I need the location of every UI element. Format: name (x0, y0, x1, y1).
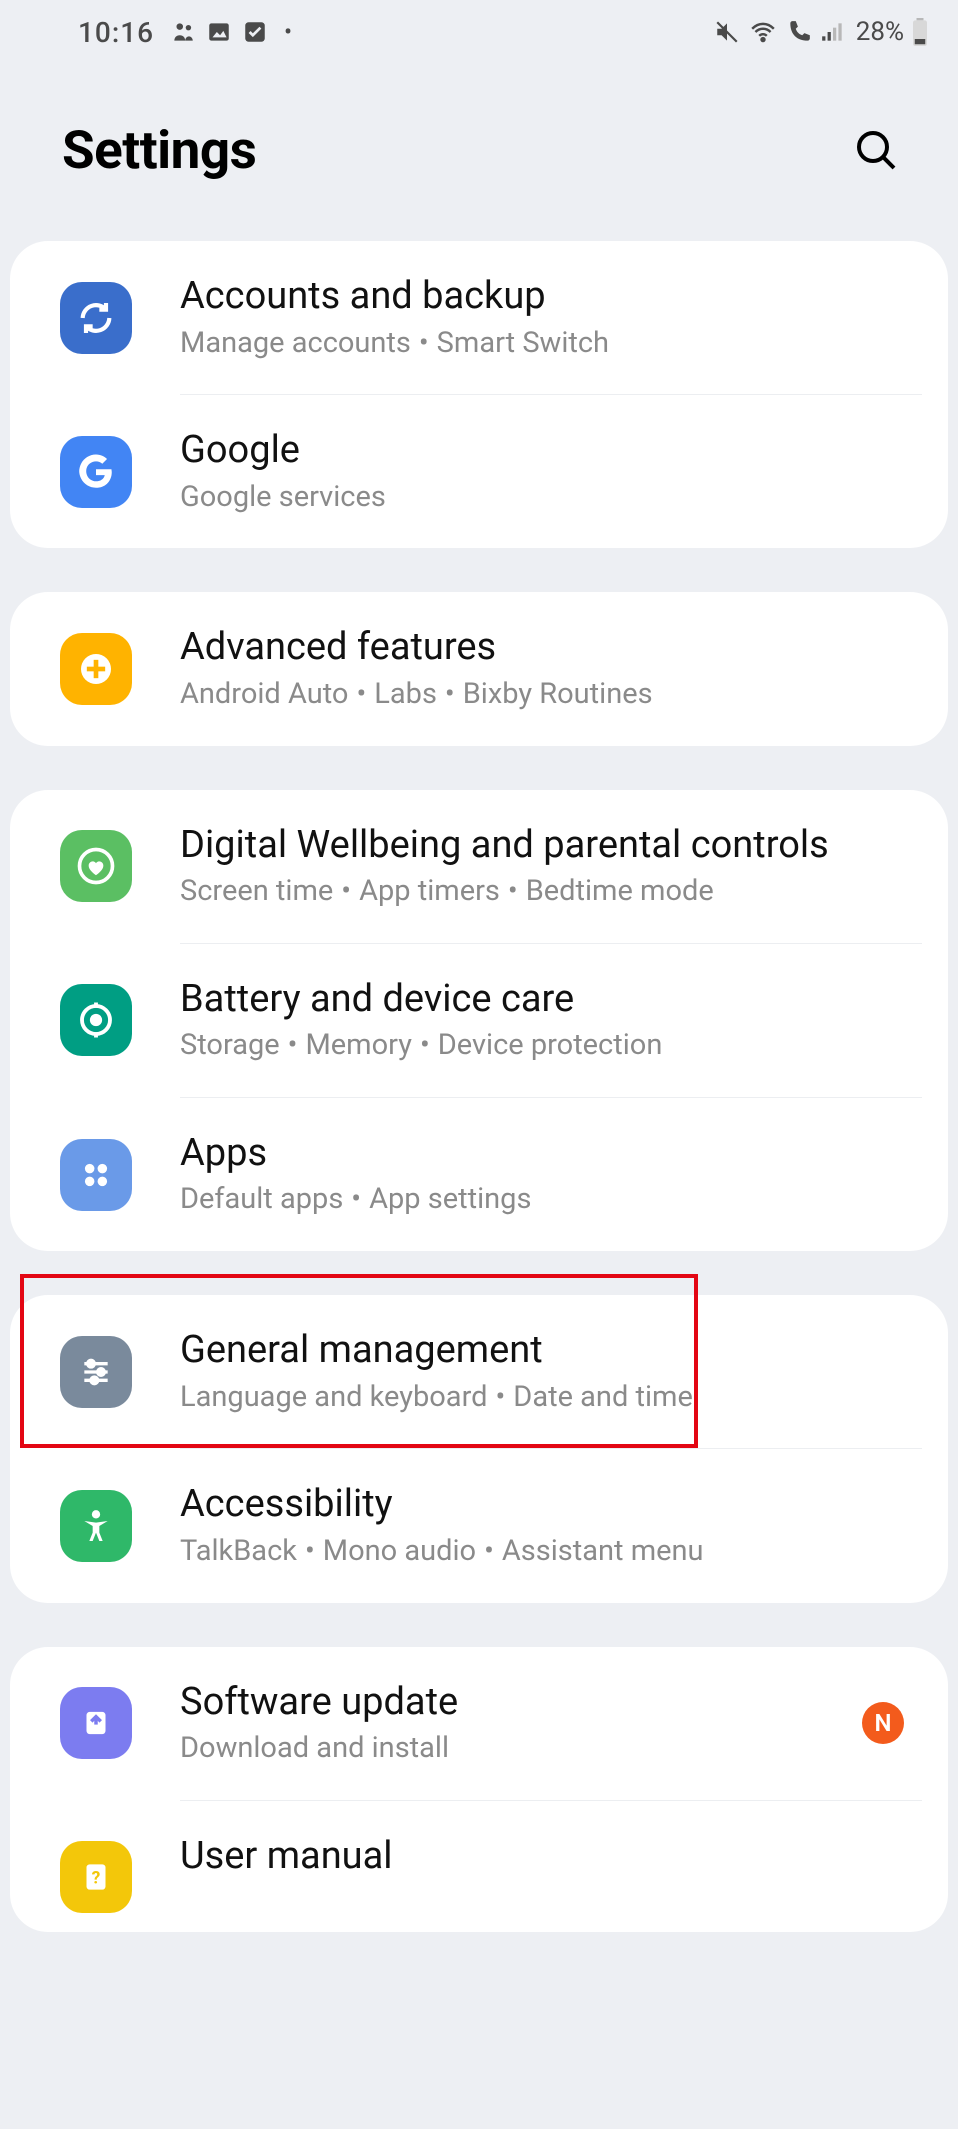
teams-icon (170, 19, 196, 45)
row-sub (180, 1884, 922, 1922)
sliders-icon (60, 1336, 132, 1408)
update-icon (60, 1687, 132, 1759)
plus-icon (60, 633, 132, 705)
row-accessibility[interactable]: Accessibility TalkBack•Mono audio•Assist… (10, 1449, 948, 1602)
row-text: Digital Wellbeing and parental controls … (180, 822, 922, 911)
header: Settings (0, 64, 958, 241)
row-text: Accessibility TalkBack•Mono audio•Assist… (180, 1481, 922, 1570)
row-text: General management Language and keyboard… (180, 1327, 922, 1416)
status-right: 28% (714, 17, 928, 47)
row-title: Digital Wellbeing and parental controls (180, 822, 922, 870)
sync-icon (60, 282, 132, 354)
group-general: General management Language and keyboard… (10, 1295, 948, 1602)
row-text: Google Google services (180, 427, 922, 516)
row-text: Advanced features Android Auto•Labs•Bixb… (180, 624, 922, 713)
row-google[interactable]: Google Google services (10, 395, 948, 548)
book-icon: ? (60, 1841, 132, 1913)
signal-icon (820, 19, 846, 45)
image-icon (206, 19, 232, 45)
row-battery-device-care[interactable]: Battery and device care Storage•Memory•D… (10, 944, 948, 1097)
row-sub: TalkBack•Mono audio•Assistant menu (180, 1533, 922, 1571)
row-title: Google (180, 427, 922, 475)
dots-icon (60, 1139, 132, 1211)
row-title: User manual (180, 1833, 922, 1881)
row-title: Advanced features (180, 624, 922, 672)
row-sub: Download and install (180, 1730, 862, 1768)
row-advanced-features[interactable]: Advanced features Android Auto•Labs•Bixb… (10, 592, 948, 745)
wifi-icon (748, 19, 778, 45)
row-general-management[interactable]: General management Language and keyboard… (10, 1295, 948, 1448)
page-title: Settings (62, 119, 256, 181)
group-device: Digital Wellbeing and parental controls … (10, 790, 948, 1252)
row-title: General management (180, 1327, 922, 1375)
row-digital-wellbeing[interactable]: Digital Wellbeing and parental controls … (10, 790, 948, 943)
status-time: 10:16 (78, 16, 154, 49)
row-title: Accounts and backup (180, 273, 922, 321)
row-apps[interactable]: Apps Default apps•App settings (10, 1098, 948, 1251)
row-title: Apps (180, 1130, 922, 1178)
row-accounts-backup[interactable]: Accounts and backup Manage accounts•Smar… (10, 241, 948, 394)
row-title: Battery and device care (180, 976, 922, 1024)
status-bar: 10:16 • 28% (0, 0, 958, 64)
dot-icon: • (284, 18, 292, 46)
group-accounts: Accounts and backup Manage accounts•Smar… (10, 241, 948, 548)
call-icon (786, 19, 812, 45)
row-user-manual[interactable]: ? User manual (10, 1801, 948, 1932)
battery-icon (912, 18, 928, 46)
heart-icon (60, 830, 132, 902)
status-left: 10:16 • (78, 16, 292, 49)
search-button[interactable] (852, 126, 900, 174)
row-text: Apps Default apps•App settings (180, 1130, 922, 1219)
row-sub: Storage•Memory•Device protection (180, 1027, 922, 1065)
row-sub: Language and keyboard•Date and time (180, 1379, 922, 1417)
search-icon (852, 126, 900, 174)
group-update: Software update Download and install N ?… (10, 1647, 948, 1932)
row-text: Accounts and backup Manage accounts•Smar… (180, 273, 922, 362)
row-sub: Google services (180, 479, 922, 517)
battery-percent: 28% (856, 17, 904, 47)
google-icon (60, 436, 132, 508)
row-title: Accessibility (180, 1481, 922, 1529)
row-text: User manual (180, 1833, 922, 1922)
row-text: Software update Download and install (180, 1679, 862, 1768)
group-advanced: Advanced features Android Auto•Labs•Bixb… (10, 592, 948, 745)
mute-icon (714, 19, 740, 45)
row-software-update[interactable]: Software update Download and install N (10, 1647, 948, 1800)
row-sub: Manage accounts•Smart Switch (180, 325, 922, 363)
row-text: Battery and device care Storage•Memory•D… (180, 976, 922, 1065)
row-title: Software update (180, 1679, 862, 1727)
check-icon (242, 19, 268, 45)
row-sub: Android Auto•Labs•Bixby Routines (180, 676, 922, 714)
row-sub: Screen time•App timers•Bedtime mode (180, 873, 922, 911)
person-icon (60, 1490, 132, 1562)
target-icon (60, 984, 132, 1056)
row-sub: Default apps•App settings (180, 1181, 922, 1219)
notification-badge: N (862, 1702, 904, 1744)
svg-text:?: ? (92, 1869, 101, 1889)
